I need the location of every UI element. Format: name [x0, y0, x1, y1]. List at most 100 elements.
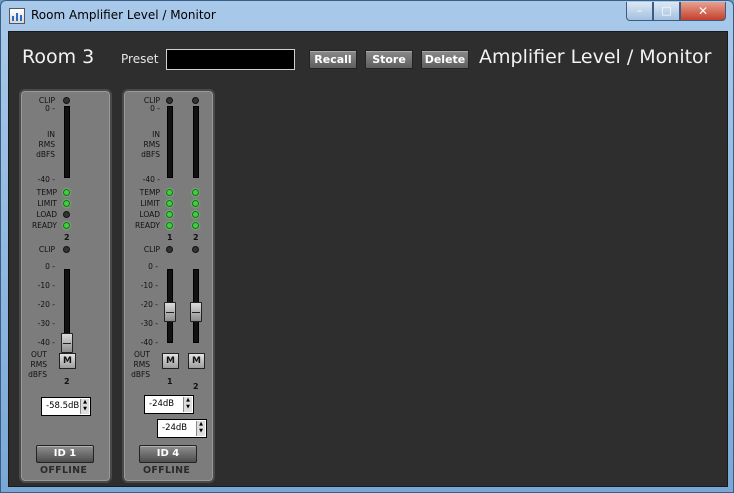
clip-label: CLIP — [143, 245, 160, 254]
scale-minus10: -10 - — [37, 281, 55, 290]
temp-label: TEMP — [36, 188, 57, 197]
output-channel-number: 1 — [167, 377, 173, 386]
input-clip-led — [63, 97, 70, 104]
scale-minus10: -10 - — [140, 281, 158, 290]
temp-led — [63, 189, 70, 196]
spin-down-icon[interactable]: ▼ — [184, 404, 192, 411]
limit-led-1 — [166, 200, 173, 207]
dbfs-label: dBFS — [28, 370, 47, 379]
ready-led-1 — [166, 222, 173, 229]
maximize-button[interactable]: □ — [653, 2, 680, 21]
input-meter-1 — [167, 106, 173, 178]
spin-down-icon[interactable]: ▼ — [197, 428, 205, 435]
gain-field-2[interactable]: -24dB ▲ ▼ — [157, 419, 207, 438]
scale-0: 0 - — [150, 104, 160, 113]
input-clip-led-2 — [192, 97, 199, 104]
main-panel: Room 3 Preset Recall Store Delete Amplif… — [8, 31, 728, 487]
load-label: LOAD — [139, 210, 160, 219]
scale-0: 0 - — [45, 104, 55, 113]
gain-spinner[interactable]: ▲ ▼ — [80, 399, 89, 414]
in-label: IN — [152, 130, 160, 139]
scale-minus20: -20 - — [140, 300, 158, 309]
gain-spinner[interactable]: ▲ ▼ — [183, 397, 192, 412]
id-button[interactable]: ID 4 — [139, 445, 197, 463]
window-title: Room Amplifier Level / Monitor — [31, 8, 216, 22]
limit-led — [63, 200, 70, 207]
app-window: Room Amplifier Level / Monitor – □ ✕ Roo… — [0, 0, 734, 493]
limit-led-2 — [192, 200, 199, 207]
rms-label: RMS — [143, 140, 160, 149]
store-button[interactable]: Store — [365, 50, 413, 69]
scale-minus40: -40 - — [37, 338, 55, 347]
scale-minus30: -30 - — [140, 319, 158, 328]
gain-field[interactable]: -58.5dB ▲ ▼ — [41, 397, 91, 416]
amp-strip-id4: CLIP 0 - IN RMS dBFS -40 - TEMP LIMIT LO… — [122, 89, 215, 483]
dbfs-label: dBFS — [131, 370, 150, 379]
spin-down-icon[interactable]: ▼ — [81, 406, 89, 413]
ready-label: READY — [31, 221, 57, 230]
output-clip-led-1 — [166, 246, 173, 253]
scale-minus40: -40 - — [140, 338, 158, 347]
title-bar[interactable]: Room Amplifier Level / Monitor – □ ✕ — [1, 1, 733, 31]
dbfs-label: dBFS — [36, 150, 55, 159]
input-channel-number: 1 — [167, 233, 173, 242]
mute-button[interactable]: M — [59, 353, 76, 369]
preset-label: Preset — [121, 52, 159, 66]
output-clip-led-2 — [192, 246, 199, 253]
input-channel-number: 2 — [193, 233, 199, 242]
scale-minus40: -40 - — [37, 175, 55, 184]
scale-0: 0 - — [45, 262, 55, 271]
mute-button-1[interactable]: M — [162, 353, 179, 369]
rms-label: RMS — [133, 360, 150, 369]
id-button[interactable]: ID 1 — [36, 445, 94, 463]
gain-field-1[interactable]: -24dB ▲ ▼ — [144, 395, 194, 414]
temp-led-2 — [192, 189, 199, 196]
minimize-button[interactable]: – — [626, 2, 653, 21]
clip-label: CLIP — [38, 245, 55, 254]
delete-button[interactable]: Delete — [421, 50, 469, 69]
output-clip-led — [63, 246, 70, 253]
output-fader-handle-1[interactable] — [164, 302, 176, 322]
gain-value: -58.5dB — [46, 401, 80, 411]
out-label: OUT — [31, 350, 47, 359]
load-led-2 — [192, 211, 199, 218]
input-meter — [64, 106, 70, 178]
input-clip-led-1 — [166, 97, 173, 104]
ready-led-2 — [192, 222, 199, 229]
spin-up-icon[interactable]: ▲ — [184, 397, 192, 404]
load-led-1 — [166, 211, 173, 218]
out-label: OUT — [134, 350, 150, 359]
spin-up-icon[interactable]: ▲ — [197, 421, 205, 428]
gain-spinner[interactable]: ▲ ▼ — [196, 421, 205, 436]
limit-label: LIMIT — [37, 199, 57, 208]
gain-value: -24dB — [162, 423, 188, 433]
limit-label: LIMIT — [140, 199, 160, 208]
output-fader-track — [64, 269, 70, 343]
dbfs-label: dBFS — [141, 150, 160, 159]
output-channel-number: 2 — [64, 377, 70, 386]
mute-button-2[interactable]: M — [188, 353, 205, 369]
scale-minus20: -20 - — [37, 300, 55, 309]
status-label: OFFLINE — [143, 465, 191, 476]
output-fader-handle[interactable] — [61, 333, 73, 353]
amp-strip-id1: CLIP 0 - IN RMS dBFS -40 - TEMP LIMIT LO… — [19, 89, 112, 483]
spin-up-icon[interactable]: ▲ — [81, 399, 89, 406]
output-fader-handle-2[interactable] — [190, 302, 202, 322]
close-button[interactable]: ✕ — [680, 2, 726, 21]
preset-input[interactable] — [166, 49, 295, 70]
load-label: LOAD — [36, 210, 57, 219]
ready-led — [63, 222, 70, 229]
temp-led-1 — [166, 189, 173, 196]
scale-minus30: -30 - — [37, 319, 55, 328]
gain-value: -24dB — [149, 399, 175, 409]
recall-button[interactable]: Recall — [309, 50, 357, 69]
in-label: IN — [47, 130, 55, 139]
scale-0: 0 - — [148, 262, 158, 271]
rms-label: RMS — [30, 360, 47, 369]
input-channel-number: 2 — [64, 233, 70, 242]
app-heading: Amplifier Level / Monitor — [479, 46, 712, 68]
input-meter-2 — [193, 106, 199, 178]
status-label: OFFLINE — [40, 465, 88, 476]
scale-minus40: -40 - — [142, 175, 160, 184]
load-led — [63, 211, 70, 218]
